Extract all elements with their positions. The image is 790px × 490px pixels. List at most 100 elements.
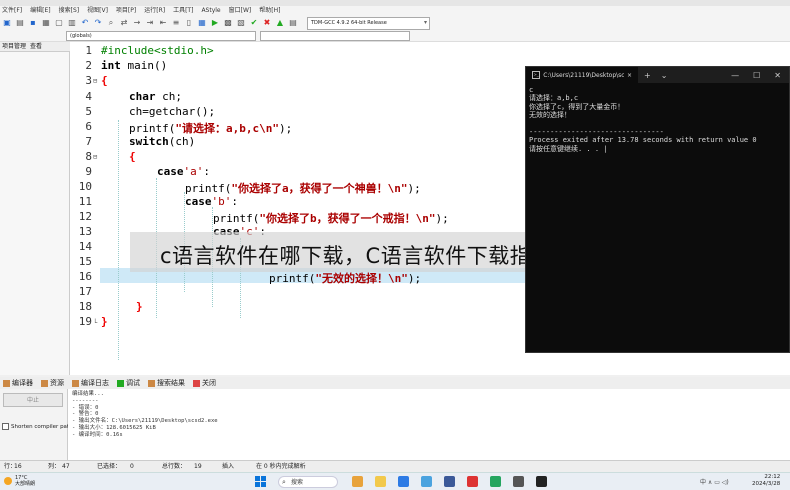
globals-select[interactable]: (globals) (66, 31, 256, 41)
menu-tools[interactable]: 工具[T] (173, 6, 193, 16)
menu-astyle[interactable]: AStyle (201, 6, 220, 16)
line-number: 3 (85, 74, 92, 87)
string-quote: " (401, 272, 408, 285)
debug-icon[interactable]: ▲ (275, 18, 285, 28)
tab-label: 编译器 (12, 379, 33, 387)
goto-icon[interactable]: → (132, 18, 142, 28)
rebuild-icon[interactable]: ▧ (236, 18, 246, 28)
indent-icon[interactable]: ⇥ (145, 18, 155, 28)
compile-run-icon[interactable]: ▩ (223, 18, 233, 28)
clock[interactable]: 22:12 2024/3/28 (752, 474, 780, 488)
toggle-comment-icon[interactable]: ≡ (171, 18, 181, 28)
compile-icon[interactable]: ▦ (197, 18, 207, 28)
tab-resources[interactable]: 资源 (41, 378, 64, 388)
line-number: 10 (78, 180, 92, 193)
keyword: case (157, 165, 184, 178)
system-tray[interactable]: 中 ∧ ▭ ◁) (700, 477, 729, 486)
unindent-icon[interactable]: ⇤ (158, 18, 168, 28)
tab-view[interactable]: 查看 (28, 42, 44, 51)
console-window[interactable]: >_ C:\Users\21119\Desktop\scsd: × + ⌄ — … (525, 66, 790, 353)
string-literal: "你选择了b，获得了一个戒指！\n" (259, 212, 436, 225)
print-icon[interactable]: ▥ (67, 18, 77, 28)
resources-icon (41, 379, 48, 387)
bookmark-icon[interactable]: ▯ (184, 18, 194, 28)
fold-marker-icon[interactable]: ⊟ (93, 77, 97, 85)
menu-window[interactable]: 窗口[W] (229, 6, 252, 16)
start-button-icon[interactable] (255, 476, 266, 487)
app-icon[interactable] (444, 476, 455, 487)
app-icon[interactable] (467, 476, 478, 487)
find-icon[interactable]: ⌕ (106, 18, 116, 28)
devcpp-app-icon[interactable] (513, 476, 524, 487)
close-icon[interactable]: ✕ (774, 71, 781, 80)
clock-time: 22:12 (764, 474, 781, 480)
tab-search-results[interactable]: 搜索结果 (148, 378, 185, 388)
menu-view[interactable]: 视图[V] (87, 6, 108, 16)
line-number: 11 (78, 195, 92, 208)
terminal-app-icon[interactable] (536, 476, 547, 487)
new-file-icon[interactable]: ▣ (2, 18, 12, 28)
console-tab-title: C:\Users\21119\Desktop\scsd: (543, 71, 624, 79)
undo-icon[interactable]: ↶ (80, 18, 90, 28)
menu-edit[interactable]: 编辑[E] (30, 6, 50, 16)
edge-browser-icon[interactable] (398, 476, 409, 487)
char-literal: 'a' (183, 165, 204, 178)
line-number: 2 (85, 59, 92, 72)
widgets-app-icon[interactable] (352, 476, 363, 487)
app-icon[interactable] (490, 476, 501, 487)
tab-dropdown-icon[interactable]: ⌄ (661, 71, 668, 80)
taskbar: 17°C 大部晴朗 ⌕ 搜索 中 ∧ ▭ ◁) 22:12 2024/3/28 (0, 472, 790, 490)
project-panel: 项目管理 查看 (0, 42, 70, 375)
menu-run[interactable]: 运行[R] (144, 6, 165, 16)
maximize-icon[interactable]: ☐ (753, 71, 760, 80)
weather-widget[interactable]: 17°C 大部晴朗 (4, 475, 35, 487)
tab-debug[interactable]: 调试 (117, 378, 140, 388)
menu-search[interactable]: 搜索[S] (59, 6, 80, 16)
store-app-icon[interactable] (421, 476, 432, 487)
keyword: int (101, 59, 121, 72)
compiler-select[interactable]: TDM-GCC 4.9.2 64-bit Release ▾ (307, 16, 430, 30)
tab-label: 搜索结果 (157, 379, 185, 387)
code-line-6: printf("请选择：a,b,c\n"); (129, 120, 292, 136)
replace-icon[interactable]: ⇄ (119, 18, 129, 28)
console-tab[interactable]: >_ C:\Users\21119\Desktop\scsd: × (526, 67, 638, 83)
fold-marker-icon[interactable]: ⊟ (93, 153, 97, 161)
stop-icon[interactable]: ✖ (262, 18, 272, 28)
status-parse: 在 0 秒内完成解析 (256, 463, 306, 470)
close-tab-icon[interactable]: × (627, 72, 632, 79)
compile-log-text: 编译结果... -------- - 错误：0 - 警告：0 - 输出文件名：C… (72, 391, 218, 438)
console-titlebar: >_ C:\Users\21119\Desktop\scsd: × + ⌄ — … (526, 67, 789, 83)
code-line-18: } (136, 300, 143, 313)
code-line-12: printf("你选择了b，获得了一个戒指！\n"); (213, 210, 449, 226)
menu-project[interactable]: 项目[P] (116, 6, 136, 16)
tab-project-manager[interactable]: 项目管理 (0, 42, 28, 51)
code-text: ); (407, 182, 421, 195)
file-explorer-icon[interactable] (375, 476, 386, 487)
syntax-check-icon[interactable]: ✔ (249, 18, 259, 28)
taskbar-search[interactable]: ⌕ 搜索 (278, 476, 338, 488)
tab-label: 关闭 (202, 379, 216, 387)
code-text: ); (278, 122, 293, 135)
save-all-icon[interactable]: ▦ (41, 18, 51, 28)
run-icon[interactable]: ▶ (210, 18, 220, 28)
function-select[interactable] (260, 31, 410, 41)
shorten-paths-option[interactable]: Shorten compiler paths (2, 423, 75, 430)
menu-file[interactable]: 文件[F] (2, 6, 22, 16)
shorten-paths-checkbox[interactable] (2, 423, 9, 430)
tab-compile-log[interactable]: 编译日志 (72, 378, 109, 388)
line-number: 17 (78, 285, 92, 298)
debug-icon (117, 379, 124, 387)
profile-icon[interactable]: ▤ (288, 18, 298, 28)
tab-compiler[interactable]: 编译器 (3, 378, 33, 388)
minimize-icon[interactable]: — (731, 71, 739, 80)
close-file-icon[interactable]: ▢ (54, 18, 64, 28)
line-number: 7 (85, 135, 92, 148)
menu-help[interactable]: 帮助[H] (259, 6, 280, 16)
save-icon[interactable]: ▪ (28, 18, 38, 28)
open-file-icon[interactable]: ▤ (15, 18, 25, 28)
redo-icon[interactable]: ↷ (93, 18, 103, 28)
code-line-16: printf("无效的选择！\n"); (269, 270, 421, 286)
tab-close[interactable]: 关闭 (193, 378, 216, 388)
abort-button[interactable]: 中止 (3, 393, 63, 407)
new-tab-button[interactable]: + (644, 71, 651, 80)
